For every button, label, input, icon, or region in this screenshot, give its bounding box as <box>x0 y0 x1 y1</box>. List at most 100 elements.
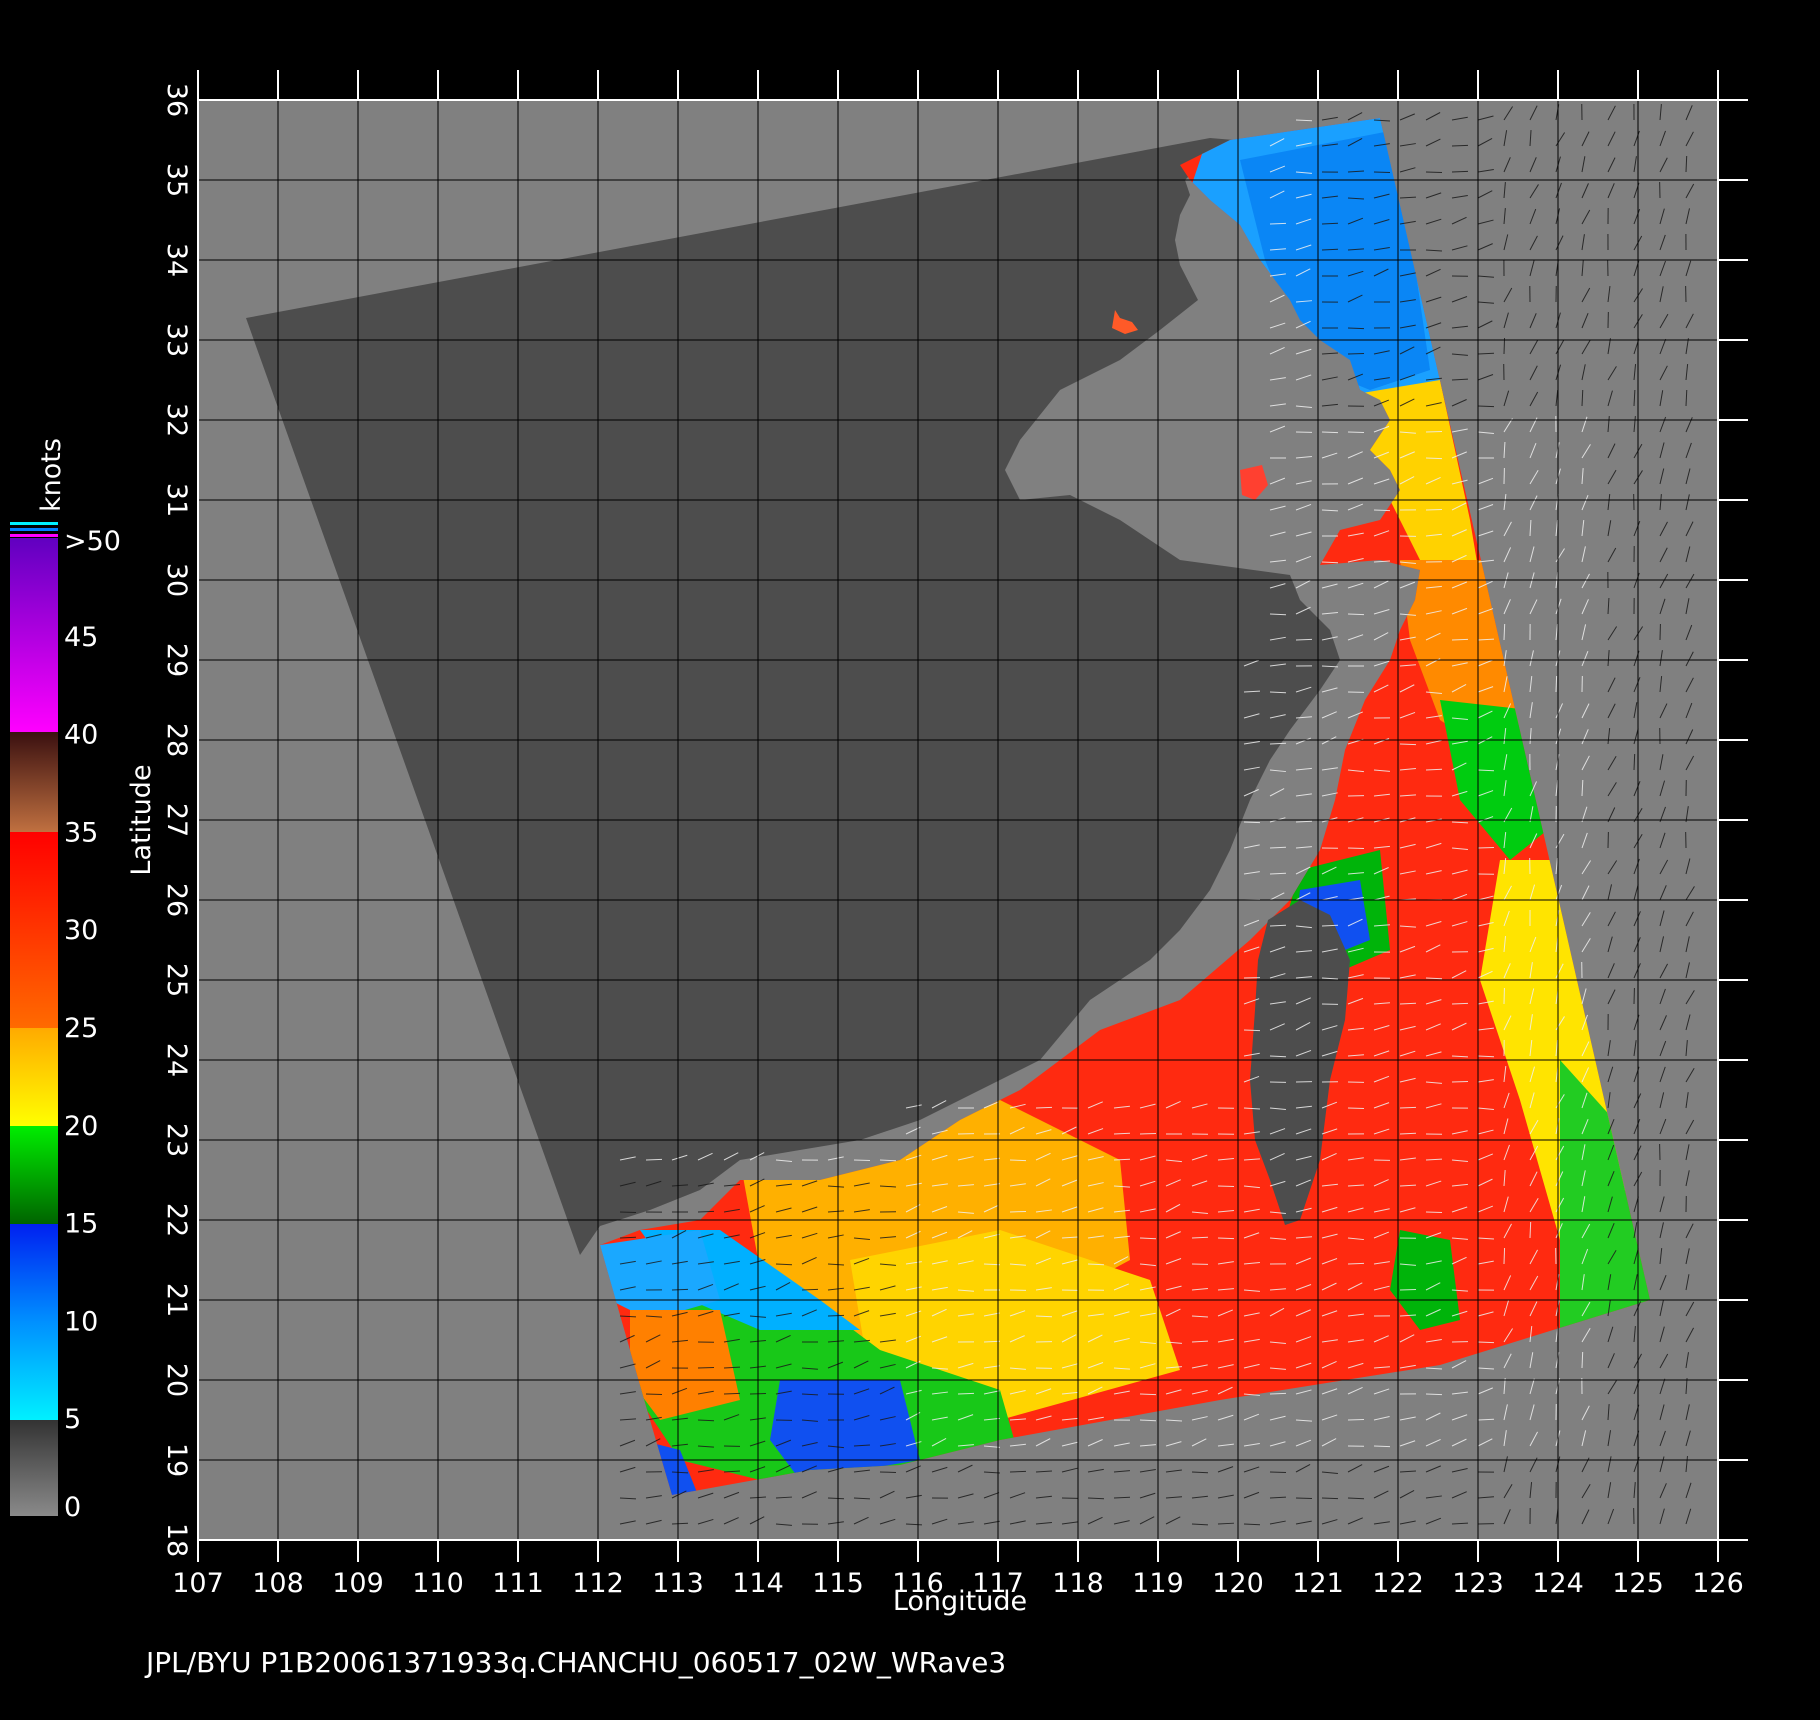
legend-band-20-25 <box>10 1028 58 1126</box>
legend-label: 30 <box>64 915 98 946</box>
wind-vector <box>1243 821 1261 824</box>
legend-band-5-15 <box>10 1224 58 1420</box>
wind-vector <box>1451 1002 1469 1005</box>
wind-vector <box>1009 1210 1027 1213</box>
lon-tick-label: 123 <box>1452 1568 1504 1599</box>
wind-vector <box>1035 1106 1053 1109</box>
lat-tick-label: 24 <box>161 1043 192 1077</box>
lat-tick-label: 30 <box>161 563 192 597</box>
wind-vector <box>1555 675 1558 693</box>
lon-tick-label: 113 <box>652 1568 704 1599</box>
lon-tick-label: 112 <box>572 1568 624 1599</box>
legend-label: 10 <box>64 1306 98 1337</box>
wind-vector <box>1399 743 1417 746</box>
wind-speed-map: 107 108 109 110 111 112 113 114 115 116 117 118 119 1… <box>10 70 1748 1679</box>
wind-vector <box>697 1366 715 1369</box>
lon-tick-label: 108 <box>252 1568 304 1599</box>
legend-label: 15 <box>64 1209 98 1240</box>
wind-vector <box>1139 1393 1157 1396</box>
lat-tick-label: 31 <box>161 483 192 517</box>
wind-vector <box>1009 1159 1027 1162</box>
wind-vector <box>827 1314 845 1317</box>
legend-band-0-5 <box>10 1420 58 1516</box>
legend-label: 20 <box>64 1111 98 1142</box>
lon-tick-label: 126 <box>1692 1568 1744 1599</box>
lat-tick-label: 20 <box>161 1363 192 1397</box>
wind-vector <box>1321 1497 1339 1500</box>
wind-vector <box>1685 155 1688 173</box>
legend-label: 25 <box>64 1013 98 1044</box>
wind-vector <box>1477 405 1495 408</box>
lon-tick-label: 110 <box>412 1568 464 1599</box>
x-axis-title: Longitude <box>893 1586 1027 1617</box>
wind-vector <box>801 1288 819 1291</box>
legend-label: 45 <box>64 622 98 653</box>
legend-label: 0 <box>64 1492 81 1523</box>
wind-vector <box>1399 1002 1417 1005</box>
wind-vector <box>1269 872 1287 875</box>
legend-band-40-50 <box>10 538 58 732</box>
wind-vector <box>1425 457 1443 460</box>
wind-vector <box>723 1392 741 1395</box>
lat-tick-label: 28 <box>161 723 192 757</box>
wind-vector <box>1243 1029 1261 1032</box>
lat-tick-label: 27 <box>161 803 192 837</box>
lat-tick-label: 35 <box>161 163 192 197</box>
lon-tick-label: 125 <box>1612 1568 1664 1599</box>
wind-vector <box>1425 1393 1443 1396</box>
lat-tick-label: 26 <box>161 883 192 917</box>
wind-vector <box>1633 753 1636 771</box>
wind-vector <box>1451 638 1469 641</box>
wind-vector <box>1347 1262 1365 1265</box>
wind-vector <box>1529 1221 1532 1239</box>
wind-vector <box>1451 170 1469 173</box>
wind-vector <box>697 1210 715 1213</box>
lon-tick-label: 121 <box>1292 1568 1344 1599</box>
wind-vector <box>1217 1185 1235 1188</box>
wind-vector <box>1373 509 1391 512</box>
wind-vector <box>1451 144 1469 147</box>
wind-vector <box>1269 1392 1287 1395</box>
wind-vector <box>671 1522 689 1525</box>
wind-vector <box>1503 1247 1506 1265</box>
wind-vector <box>1295 638 1313 641</box>
legend-title: knots <box>36 438 67 512</box>
wind-vector <box>1321 561 1339 564</box>
wind-vector <box>1503 623 1506 641</box>
legend-label: 35 <box>64 817 98 848</box>
legend-band-35-40 <box>10 732 58 832</box>
legend-band-15-20 <box>10 1126 58 1224</box>
wind-speed-legend: knots >50 45 40 35 30 25 20 15 10 5 0 <box>10 438 121 1523</box>
wind-vector <box>1269 1055 1287 1058</box>
lon-tick-label: 120 <box>1212 1568 1264 1599</box>
wind-vector <box>1425 430 1443 433</box>
wind-vector <box>671 1288 689 1291</box>
lat-tick-label: 29 <box>161 643 192 677</box>
lat-tick-label: 33 <box>161 323 192 357</box>
wind-vector <box>1451 1080 1469 1083</box>
wind-vector <box>1295 119 1313 122</box>
legend-cap-line <box>10 534 58 537</box>
legend-cap-line <box>10 528 58 531</box>
lon-tick-label: 107 <box>172 1568 224 1599</box>
wind-vector <box>1269 924 1287 927</box>
lat-tick-label: 36 <box>161 83 192 117</box>
wind-vector <box>1269 222 1287 225</box>
lon-tick-label: 122 <box>1372 1568 1424 1599</box>
wind-vector <box>1347 613 1365 616</box>
lat-tick-label: 22 <box>161 1203 192 1237</box>
wind-vector <box>645 1158 663 1161</box>
wind-vector <box>1347 327 1365 330</box>
legend-band-25-35 <box>10 832 58 1028</box>
lon-tick-label: 124 <box>1532 1568 1584 1599</box>
footer-caption: JPL/BYU P1B20061371933q.CHANCHU_060517_0… <box>144 1646 1006 1679</box>
lon-tick-label: 118 <box>1052 1568 1104 1599</box>
lon-tick-label: 111 <box>492 1568 544 1599</box>
wind-vector <box>1477 1341 1495 1344</box>
lat-tick-label: 18 <box>161 1523 192 1557</box>
lat-tick-label: 19 <box>161 1443 192 1477</box>
lat-tick-label: 21 <box>161 1283 192 1317</box>
legend-label: 5 <box>64 1404 81 1435</box>
y-axis-title: Latitude <box>126 764 157 875</box>
lon-tick-label: 115 <box>812 1568 864 1599</box>
